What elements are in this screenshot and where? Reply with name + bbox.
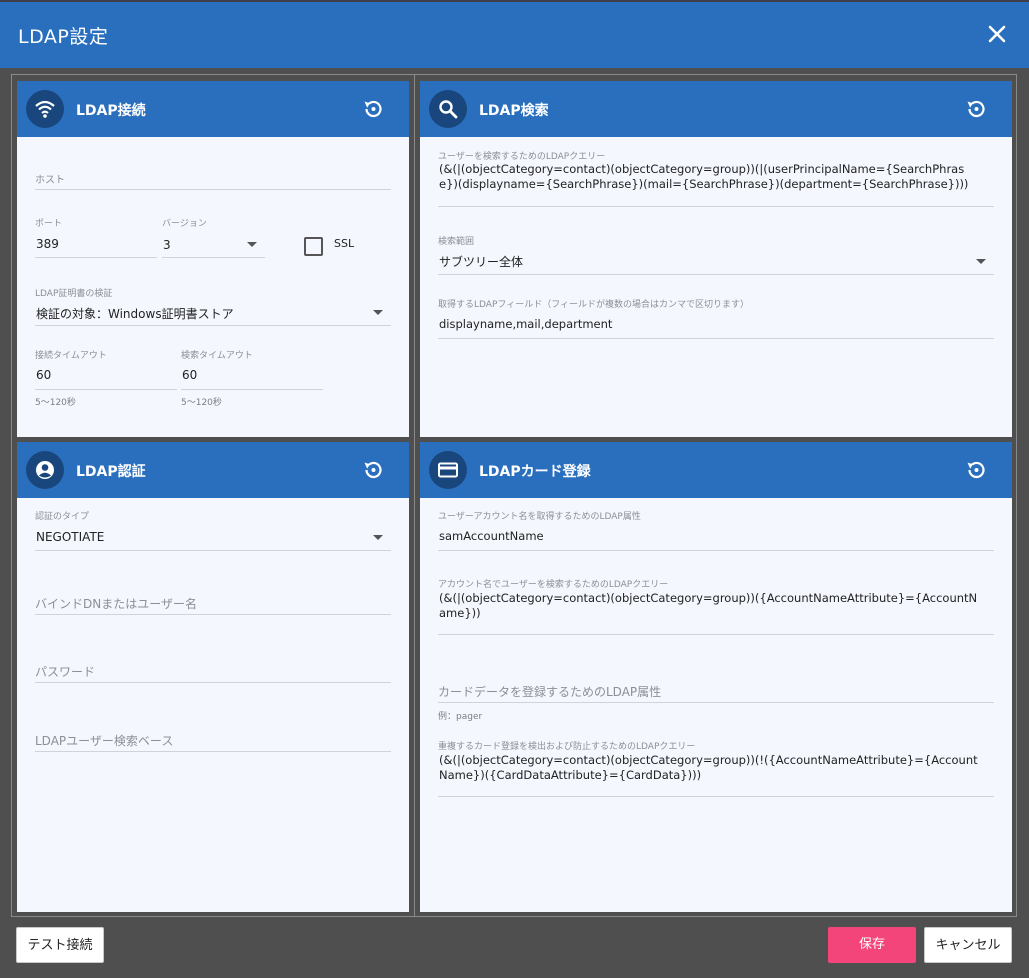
- search-card-title: LDAP検索: [479, 103, 549, 119]
- port-value: 389: [36, 237, 59, 251]
- cert-label: LDAP証明書の検証: [35, 289, 113, 299]
- search-timeout-value: 60: [182, 368, 198, 382]
- dialog-title: LDAP設定: [18, 26, 109, 48]
- auth-card: LDAP認証 認証のタイプ NEGOTIATE バインドDNまたはユーザー名 パ…: [17, 442, 409, 912]
- version-value: 3: [163, 238, 171, 252]
- conn-timeout-value: 60: [36, 368, 52, 382]
- column-divider: [414, 75, 415, 917]
- search-base-placeholder: LDAPユーザー検索ベース: [35, 734, 174, 748]
- user-query-value: (&(|(objectCategory=contact)(objectCateg…: [439, 162, 969, 191]
- close-icon[interactable]: [985, 22, 1009, 46]
- bind-dn-placeholder: バインドDNまたはユーザー名: [35, 597, 197, 611]
- reset-icon[interactable]: [964, 97, 988, 121]
- account-attr-field[interactable]: samAccountName: [438, 524, 994, 551]
- host-field[interactable]: ホスト: [35, 167, 391, 190]
- credit-card-icon: [429, 451, 467, 489]
- fields-value: displayname,mail,department: [439, 317, 613, 331]
- account-circle-icon: [26, 451, 64, 489]
- chevron-down-icon: [373, 310, 383, 315]
- auth-card-header: LDAP認証: [17, 442, 409, 498]
- password-field[interactable]: パスワード: [35, 660, 391, 683]
- wifi-icon: [26, 90, 64, 128]
- reset-icon[interactable]: [964, 458, 988, 482]
- dialog-titlebar: LDAP設定: [0, 2, 1029, 68]
- version-select[interactable]: 3: [162, 231, 265, 258]
- search-timeout-label: 検索タイムアウト: [181, 351, 253, 361]
- chevron-down-icon: [976, 259, 986, 264]
- account-attr-label: ユーザーアカウント名を取得するためのLDAP属性: [438, 512, 641, 522]
- card-registration-header: LDAPカード登録: [420, 442, 1012, 498]
- conn-timeout-label: 接続タイムアウト: [35, 351, 107, 361]
- search-card: LDAP検索 ユーザーを検索するためのLDAPクエリー (&(|(objectC…: [420, 81, 1012, 437]
- auth-card-title: LDAP認証: [76, 464, 146, 480]
- cancel-button[interactable]: キャンセル: [924, 927, 1012, 963]
- search-timeout-hint: 5～120秒: [181, 398, 222, 408]
- card-attr-placeholder: カードデータを登録するためのLDAP属性: [438, 685, 662, 699]
- card-registration-title: LDAPカード登録: [479, 464, 591, 480]
- ssl-checkbox[interactable]: [304, 237, 323, 256]
- card-registration-card: LDAPカード登録 ユーザーアカウント名を取得するためのLDAP属性 samAc…: [420, 442, 1012, 912]
- search-timeout-field[interactable]: 60: [181, 363, 323, 390]
- account-query-value: (&(|(objectCategory=contact)(objectCateg…: [439, 591, 978, 620]
- connection-card-title: LDAP接続: [76, 103, 146, 119]
- host-placeholder: ホスト: [35, 175, 65, 186]
- conn-timeout-hint: 5～120秒: [35, 398, 76, 408]
- search-base-field[interactable]: LDAPユーザー検索ベース: [35, 729, 391, 752]
- scope-label: 検索範囲: [438, 237, 475, 247]
- fields-field[interactable]: displayname,mail,department: [438, 312, 994, 339]
- user-query-field[interactable]: (&(|(objectCategory=contact)(objectCateg…: [438, 161, 994, 207]
- account-attr-value: samAccountName: [439, 529, 544, 543]
- card-attr-field[interactable]: カードデータを登録するためのLDAP属性: [438, 680, 994, 703]
- reset-icon[interactable]: [361, 458, 385, 482]
- conn-timeout-field[interactable]: 60: [35, 363, 177, 390]
- auth-type-label: 認証のタイプ: [35, 512, 90, 522]
- scope-value: サブツリー全体: [439, 255, 524, 269]
- password-placeholder: パスワード: [35, 665, 96, 679]
- dup-query-value: (&(|(objectCategory=contact)(objectCateg…: [439, 753, 978, 782]
- port-field[interactable]: 389: [35, 231, 157, 258]
- port-label: ポート: [35, 219, 63, 229]
- dup-query-label: 重複するカード登録を検出および防止するためのLDAPクエリー: [438, 742, 696, 752]
- search-card-header: LDAP検索: [420, 81, 1012, 137]
- bind-dn-field[interactable]: バインドDNまたはユーザー名: [35, 592, 391, 615]
- ldap-settings-dialog: LDAP設定 LDAP接続 ホスト ポート 389 バージョン 3 SSL LD…: [0, 0, 1029, 978]
- connection-card: LDAP接続 ホスト ポート 389 バージョン 3 SSL LDAP証明書の検…: [17, 81, 409, 437]
- ssl-label: SSL: [334, 237, 355, 250]
- cert-select[interactable]: 検証の対象：Windows証明書ストア: [35, 301, 391, 326]
- auth-type-select[interactable]: NEGOTIATE: [35, 524, 391, 551]
- test-connection-button[interactable]: テスト接続: [16, 927, 104, 963]
- auth-type-value: NEGOTIATE: [36, 530, 105, 544]
- save-button[interactable]: 保存: [828, 927, 916, 963]
- connection-card-header: LDAP接続: [17, 81, 409, 137]
- account-query-field[interactable]: (&(|(objectCategory=contact)(objectCateg…: [438, 590, 994, 635]
- chevron-down-icon: [247, 242, 257, 247]
- dup-query-field[interactable]: (&(|(objectCategory=contact)(objectCateg…: [438, 752, 994, 797]
- search-icon: [429, 90, 467, 128]
- version-label: バージョン: [162, 219, 207, 229]
- account-query-label: アカウント名でユーザーを検索するためのLDAPクエリー: [438, 580, 669, 590]
- reset-icon[interactable]: [361, 97, 385, 121]
- cert-value: 検証の対象：Windows証明書ストア: [36, 307, 234, 321]
- scope-select[interactable]: サブツリー全体: [438, 248, 994, 275]
- card-attr-hint: 例：pager: [438, 712, 483, 722]
- chevron-down-icon: [373, 535, 383, 540]
- fields-label: 取得するLDAPフィールド（フィールドが複数の場合はカンマで区切ります）: [438, 300, 750, 310]
